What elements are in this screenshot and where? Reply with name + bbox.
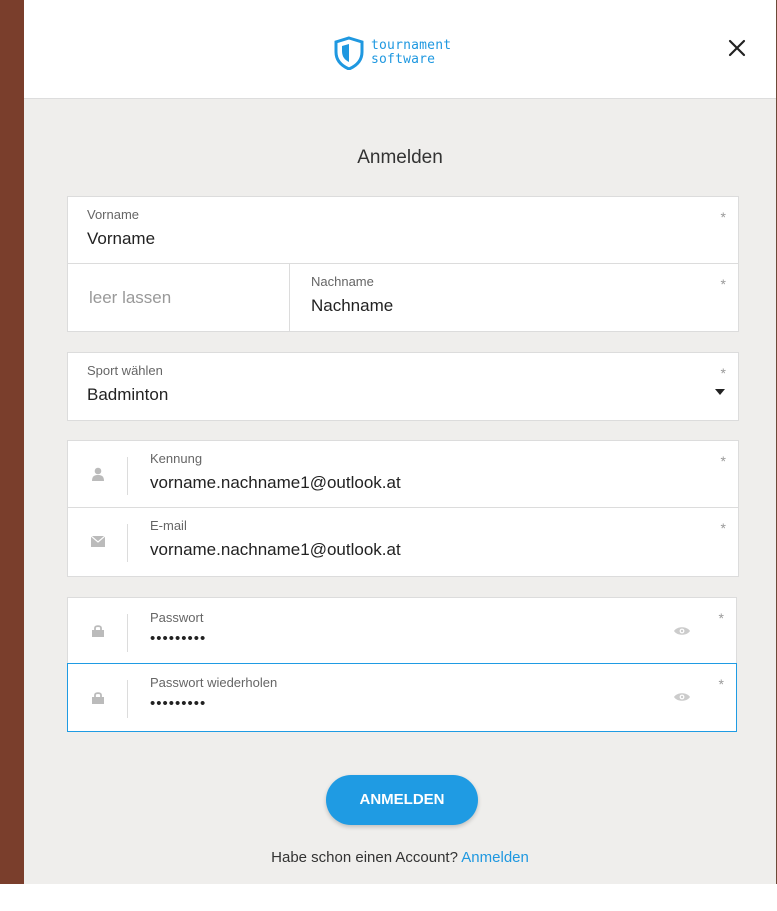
last-name-input[interactable]: Nachname — [311, 296, 393, 316]
required-mark: * — [720, 520, 726, 536]
login-prompt-text: Habe schon einen Account? — [271, 849, 458, 866]
password-repeat-input[interactable]: ••••••••• — [150, 695, 206, 712]
background-left — [0, 0, 24, 911]
password-repeat-label: Passwort wiederholen — [150, 675, 278, 690]
username-label: Kennung — [150, 451, 203, 466]
modal-header: tournament software — [24, 0, 776, 99]
user-icon — [92, 467, 104, 481]
logo-text: tournament software — [371, 39, 451, 67]
sport-label: Sport wählen — [87, 363, 163, 378]
close-button[interactable] — [724, 35, 750, 61]
email-field[interactable]: E-mail vorname.nachname1@outlook.at * — [68, 508, 738, 575]
required-mark: * — [720, 365, 726, 381]
password-group: Passwort ••••••••• * Passwort wiederhole… — [67, 597, 737, 732]
caret-down-icon[interactable] — [715, 389, 725, 396]
required-mark: * — [718, 676, 724, 692]
sport-select[interactable]: Sport wählen Badminton * — [67, 352, 739, 421]
registration-modal: tournament software Anmelden Vorname Vor… — [24, 0, 776, 884]
separator — [127, 614, 128, 652]
email-label: E-mail — [150, 518, 187, 533]
login-link[interactable]: Anmelden — [461, 849, 529, 866]
username-input[interactable]: vorname.nachname1@outlook.at — [150, 473, 401, 493]
lock-icon-cell — [68, 664, 128, 731]
logo: tournament software — [334, 36, 451, 70]
last-name-label: Nachname — [311, 274, 374, 289]
separator — [127, 680, 128, 718]
name-group: Vorname Vorname * leer lassen Nachname N… — [67, 196, 739, 332]
envelope-icon-cell — [68, 508, 128, 575]
envelope-icon — [91, 536, 105, 547]
middle-name-field[interactable]: leer lassen — [68, 264, 290, 331]
shield-logo-icon — [334, 36, 364, 70]
lock-icon — [92, 692, 104, 704]
separator — [127, 524, 128, 562]
required-mark: * — [720, 276, 726, 292]
first-name-label: Vorname — [87, 207, 140, 222]
password-field[interactable]: Passwort ••••••••• * — [67, 597, 737, 664]
name-row-2: leer lassen Nachname Nachname * — [68, 264, 738, 331]
eye-icon[interactable] — [674, 692, 690, 702]
password-label: Passwort — [150, 610, 204, 625]
account-group: Kennung vorname.nachname1@outlook.at * E… — [67, 440, 739, 577]
first-name-input[interactable]: Vorname — [87, 229, 155, 249]
username-field[interactable]: Kennung vorname.nachname1@outlook.at * — [68, 441, 738, 508]
lock-icon-cell — [68, 598, 128, 663]
middle-name-placeholder[interactable]: leer lassen — [89, 288, 171, 308]
close-icon — [728, 39, 746, 57]
logo-line-1: tournament — [371, 38, 452, 53]
password-input[interactable]: ••••••••• — [150, 630, 206, 647]
page-background-bottom — [0, 884, 777, 911]
password-repeat-field[interactable]: Passwort wiederholen ••••••••• * — [67, 663, 737, 732]
required-mark: * — [720, 209, 726, 225]
logo-line-2: software — [371, 52, 436, 67]
first-name-field[interactable]: Vorname Vorname * — [68, 197, 738, 264]
email-input[interactable]: vorname.nachname1@outlook.at — [150, 540, 401, 560]
page-title: Anmelden — [357, 147, 443, 168]
sport-value[interactable]: Badminton — [87, 385, 168, 405]
user-icon-cell — [68, 441, 128, 507]
required-mark: * — [718, 610, 724, 626]
required-mark: * — [720, 453, 726, 469]
lock-icon — [92, 625, 104, 637]
login-prompt: Habe schon einen Account? Anmelden — [24, 849, 776, 866]
submit-button[interactable]: ANMELDEN — [326, 775, 478, 825]
separator — [127, 457, 128, 495]
eye-icon[interactable] — [674, 626, 690, 636]
